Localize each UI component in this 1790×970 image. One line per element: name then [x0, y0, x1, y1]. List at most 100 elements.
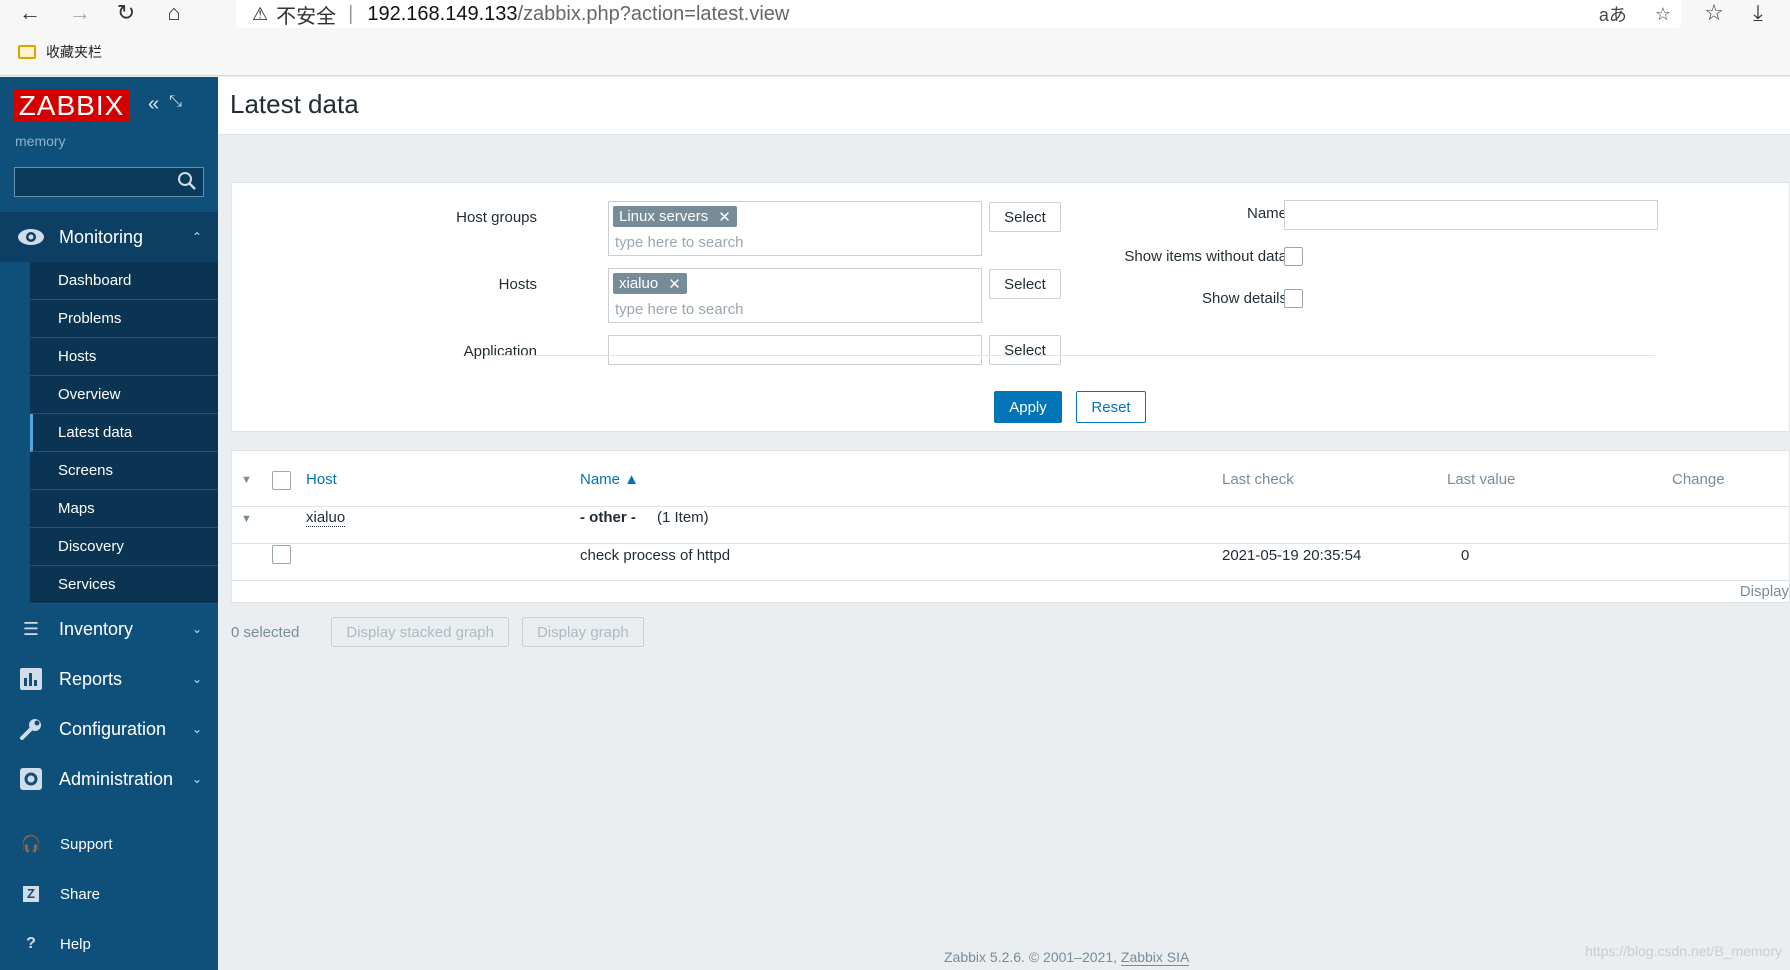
submenu-problems[interactable]: Problems: [30, 300, 218, 338]
zabbix-logo[interactable]: ZABBIX: [14, 90, 129, 122]
chevron-down-icon: ⌄: [191, 622, 202, 636]
host-groups-multiselect[interactable]: Linux servers ✕ type here to search: [608, 201, 982, 256]
sidebar-search-input[interactable]: [14, 167, 204, 197]
reload-icon[interactable]: ↻: [108, 0, 144, 26]
hosts-placeholder: type here to search: [615, 301, 744, 318]
header-divider: [232, 506, 1790, 507]
help-icon: ?: [26, 935, 36, 952]
column-host[interactable]: Host: [306, 471, 337, 488]
item-display-link[interactable]: Display: [1740, 583, 1789, 600]
gear-icon: [16, 767, 46, 791]
collapse-sidebar-icon[interactable]: «: [148, 93, 159, 116]
host-group-chip-label: Linux servers: [619, 208, 709, 225]
column-last-check: Last check: [1222, 471, 1294, 488]
chevron-down-icon: ⌄: [191, 772, 202, 786]
wrench-icon: [16, 717, 46, 741]
host-group-chip: Linux servers ✕: [613, 206, 737, 227]
translate-icon[interactable]: aあ: [1599, 1, 1627, 27]
menu-administration[interactable]: Administration ⌄: [0, 754, 218, 804]
add-favorite-icon[interactable]: ☆: [1655, 4, 1671, 25]
remove-chip-icon[interactable]: ✕: [718, 208, 731, 226]
group-host-link[interactable]: xialuo: [306, 509, 346, 527]
menu-reports[interactable]: Reports ⌄: [0, 654, 218, 704]
chevron-down-icon: ⌄: [191, 672, 202, 686]
host-groups-select-button[interactable]: Select: [989, 202, 1061, 232]
show-without-data-checkbox[interactable]: [1284, 247, 1303, 266]
menu-reports-label: Reports: [59, 668, 123, 689]
favorites-icon[interactable]: ☆: [1696, 0, 1732, 26]
host-groups-placeholder: type here to search: [615, 234, 744, 251]
home-icon[interactable]: ⌂: [156, 0, 192, 26]
bookmark-bar: 收藏夹栏: [0, 28, 1790, 76]
name-label: Name: [1246, 205, 1287, 222]
application-select-button[interactable]: Select: [989, 335, 1061, 365]
reset-button[interactable]: Reset: [1076, 391, 1146, 423]
menu-configuration-label: Configuration: [59, 718, 167, 739]
submenu-hosts[interactable]: Hosts: [30, 338, 218, 376]
name-input[interactable]: [1284, 200, 1658, 230]
submenu-latest-data[interactable]: Latest data: [30, 414, 218, 452]
collapse-group-icon[interactable]: ▼: [241, 513, 252, 525]
monitoring-submenu: Dashboard Problems Hosts Overview Latest…: [30, 262, 218, 604]
selected-count: 0 selected: [231, 623, 300, 641]
select-all-checkbox[interactable]: [272, 471, 291, 490]
address-bar[interactable]: ⚠ 不安全 | 192.168.149.133/zabbix.php?actio…: [236, 0, 1681, 28]
menu-inventory[interactable]: ☰ Inventory ⌄: [0, 604, 218, 654]
chevron-up-icon: ⌃: [191, 230, 202, 244]
list-icon: ☰: [22, 618, 40, 639]
menu-configuration[interactable]: Configuration ⌄: [0, 704, 218, 754]
company-link[interactable]: Zabbix SIA: [1120, 949, 1190, 966]
collapse-all-icon[interactable]: ▼: [241, 474, 252, 486]
kiosk-mode-icon[interactable]: ⤡: [169, 93, 182, 116]
row-divider: [232, 580, 1790, 581]
search-icon[interactable]: [177, 171, 197, 191]
show-details-label: Show details: [1201, 290, 1287, 307]
filter-divider: [485, 355, 1655, 356]
copyright: Zabbix 5.2.6. © 2001–2021, Zabbix SIA: [944, 949, 1190, 966]
menu-monitoring[interactable]: Monitoring ⌃: [0, 212, 218, 262]
folder-icon: [18, 44, 36, 59]
apply-button[interactable]: Apply: [994, 391, 1062, 423]
item-last-value: 0: [1461, 547, 1470, 564]
remove-chip-icon[interactable]: ✕: [668, 275, 681, 293]
menu-share-label: Share: [60, 885, 101, 903]
table-actions: 0 selected Display stacked graph Display…: [231, 617, 657, 647]
show-details-checkbox[interactable]: [1284, 289, 1303, 308]
back-icon[interactable]: ←: [12, 0, 48, 26]
eye-icon: [16, 225, 46, 249]
submenu-discovery[interactable]: Discovery: [30, 528, 218, 566]
filter-panel: Host groups Linux servers ✕ type here to …: [231, 182, 1790, 432]
submenu-maps[interactable]: Maps: [30, 490, 218, 528]
display-graph-button[interactable]: Display graph: [521, 617, 644, 647]
menu-support[interactable]: 🎧 Support: [0, 819, 218, 869]
latest-data-table: ▼ Host Name ▲ Last check Last value Chan…: [231, 450, 1790, 603]
menu-help[interactable]: ? Help: [0, 919, 218, 969]
submenu-dashboard[interactable]: Dashboard: [30, 262, 218, 300]
download-icon[interactable]: ⤓: [1740, 0, 1776, 26]
copyright-text: Zabbix 5.2.6. © 2001–2021,: [944, 949, 1117, 965]
column-name[interactable]: Name ▲: [580, 471, 639, 488]
url-path: /zabbix.php?action=latest.view: [517, 2, 790, 25]
column-last-value: Last value: [1447, 471, 1516, 488]
hosts-multiselect[interactable]: xialuo ✕ type here to search: [608, 268, 982, 323]
submenu-services[interactable]: Services: [30, 566, 218, 604]
menu-share[interactable]: Z Share: [0, 869, 218, 919]
submenu-overview[interactable]: Overview: [30, 376, 218, 414]
hosts-label: Hosts: [498, 276, 537, 293]
browser-toolbar: ← → ↻ ⌂ ⚠ 不安全 | 192.168.149.133/zabbix.p…: [0, 0, 1790, 28]
forward-icon[interactable]: →: [62, 0, 98, 26]
application-label: Application: [463, 343, 537, 360]
display-stacked-graph-button[interactable]: Display stacked graph: [331, 617, 509, 647]
address-separator: |: [348, 2, 354, 25]
headset-icon: 🎧: [21, 836, 41, 853]
page-title: Latest data: [230, 89, 359, 119]
menu-help-label: Help: [60, 935, 91, 953]
watermark: https://blog.csdn.net/B_memory: [1585, 943, 1782, 959]
bookmark-folder[interactable]: 收藏夹栏: [46, 42, 102, 62]
group-application: - other -: [580, 509, 636, 526]
submenu-screens[interactable]: Screens: [30, 452, 218, 490]
insecure-label: 不安全: [276, 5, 337, 28]
group-item-count: (1 Item): [657, 509, 709, 526]
application-input[interactable]: [608, 335, 982, 365]
item-checkbox[interactable]: [272, 545, 291, 564]
